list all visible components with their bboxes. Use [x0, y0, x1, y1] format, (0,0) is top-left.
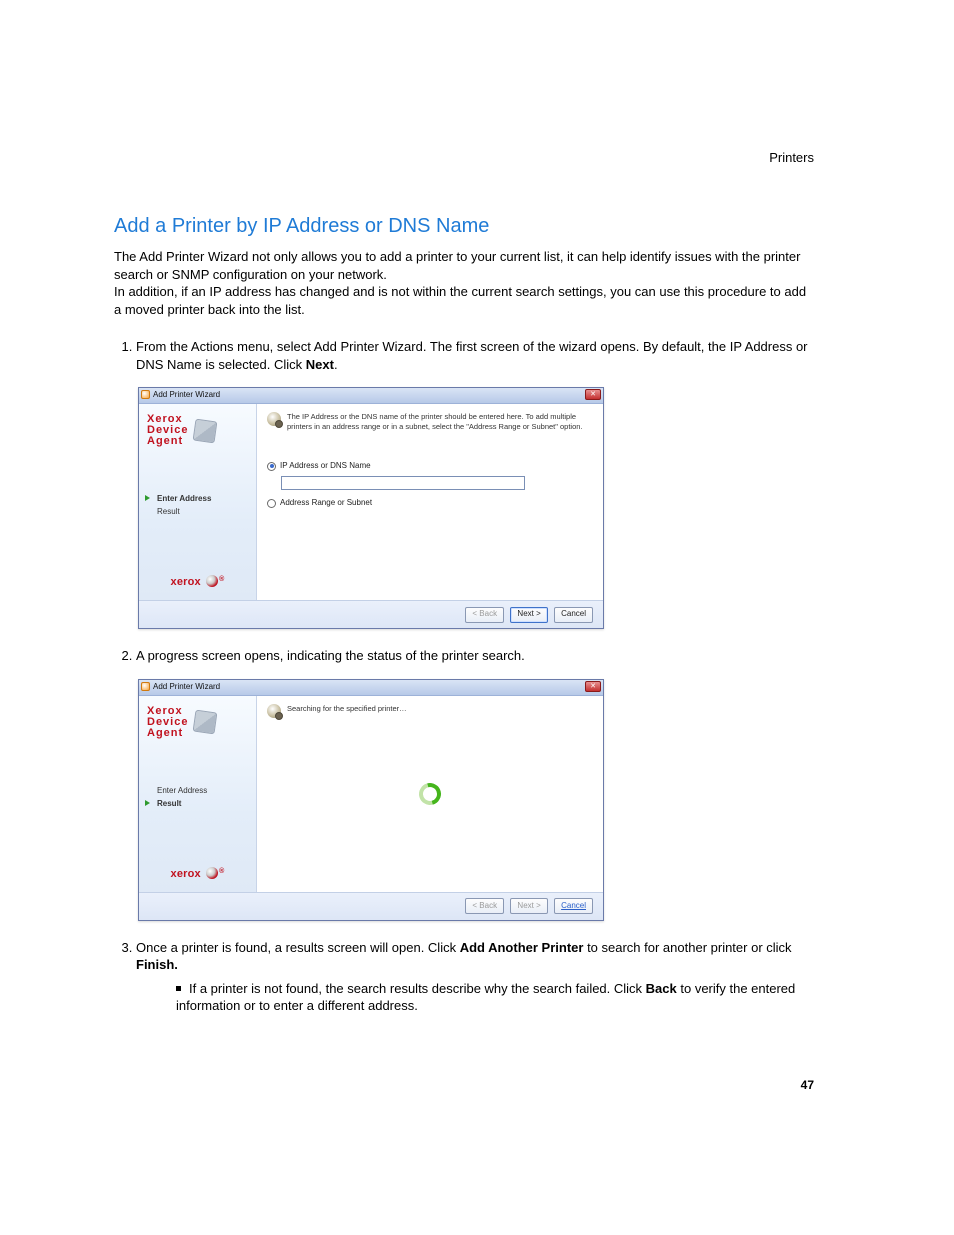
step-2: A progress screen opens, indicating the …: [136, 647, 814, 921]
wizard-main-panel: Searching for the specified printer…: [257, 696, 603, 892]
sidebar-step-result: Result: [147, 798, 248, 811]
wizard-sidebar: Xerox Device Agent Enter Address Result: [139, 404, 257, 600]
brand-line-3: Agent: [147, 728, 188, 739]
wizard-title: Add Printer Wizard: [153, 682, 220, 693]
next-button[interactable]: Next >: [510, 607, 548, 623]
step-3-subitem: If a printer is not found, the search re…: [176, 980, 814, 1015]
wizard-titlebar: Add Printer Wizard ✕: [139, 388, 603, 404]
intro-paragraph-1: The Add Printer Wizard not only allows y…: [114, 248, 814, 283]
step-1: From the Actions menu, select Add Printe…: [136, 338, 814, 629]
wizard-window: Add Printer Wizard ✕ Xerox Device Agent: [138, 679, 604, 921]
step-3-text-c: to search for another printer or click: [583, 940, 791, 955]
sidebar-step-enter-address: Enter Address: [147, 493, 248, 506]
hint-icon: [267, 704, 281, 718]
hint-text: The IP Address or the DNS name of the pr…: [287, 412, 593, 431]
xerox-footer-logo: xerox ®: [139, 867, 256, 882]
step-1-text-c: .: [334, 357, 338, 372]
wizard-hint: The IP Address or the DNS name of the pr…: [267, 412, 593, 431]
brand-line-3: Agent: [147, 436, 188, 447]
hint-icon: [267, 412, 281, 426]
xerox-ball-icon: [206, 575, 218, 587]
xerox-footer-logo: xerox ®: [139, 575, 256, 590]
xerox-footer-text: xerox: [171, 576, 201, 588]
wizard-footer: < Back Next > Cancel: [139, 600, 603, 628]
sidebar-step-result: Result: [147, 506, 248, 519]
wizard-screenshot-1: Add Printer Wizard ✕ Xerox Device Agent: [138, 387, 814, 629]
sub-3-bold: Back: [646, 981, 677, 996]
step-1-bold: Next: [306, 357, 334, 372]
sidebar-step-enter-address: Enter Address: [147, 785, 248, 798]
wizard-footer: < Back Next > Cancel: [139, 892, 603, 920]
page-content: Add a Printer by IP Address or DNS Name …: [114, 150, 814, 1025]
wizard-hint: Searching for the specified printer…: [267, 704, 593, 718]
bullet-icon: [176, 986, 181, 991]
radio-label-ip: IP Address or DNS Name: [280, 461, 371, 472]
close-icon[interactable]: ✕: [585, 389, 601, 400]
progress-spinner-icon: [415, 779, 445, 809]
searching-text: Searching for the specified printer…: [287, 704, 407, 718]
wizard-app-icon: [141, 682, 150, 691]
wizard-sidebar: Xerox Device Agent Enter Address Result: [139, 696, 257, 892]
step-3-bold-2: Finish.: [136, 957, 178, 972]
xerox-footer-text: xerox: [171, 868, 201, 880]
wizard-screenshot-2: Add Printer Wizard ✕ Xerox Device Agent: [138, 679, 814, 921]
page-title: Add a Printer by IP Address or DNS Name: [114, 215, 814, 238]
cancel-button[interactable]: Cancel: [554, 607, 593, 623]
radio-ip-address[interactable]: IP Address or DNS Name: [267, 461, 593, 472]
steps-list: From the Actions menu, select Add Printe…: [114, 338, 814, 1015]
wizard-title: Add Printer Wizard: [153, 390, 220, 401]
next-button[interactable]: Next >: [510, 898, 548, 914]
cancel-button[interactable]: Cancel: [554, 898, 593, 914]
ip-address-input[interactable]: [281, 476, 525, 490]
device-icon: [193, 418, 218, 443]
xerox-ball-icon: [206, 867, 218, 879]
step-3-text-a: Once a printer is found, a results scree…: [136, 940, 460, 955]
step-3: Once a printer is found, a results scree…: [136, 939, 814, 1015]
wizard-sidebar-steps: Enter Address Result: [147, 493, 248, 519]
wizard-main-panel: The IP Address or the DNS name of the pr…: [257, 404, 603, 600]
close-icon[interactable]: ✕: [585, 681, 601, 692]
registered-mark: ®: [219, 576, 224, 583]
intro-paragraph-2: In addition, if an IP address has change…: [114, 283, 814, 318]
step-2-text: A progress screen opens, indicating the …: [136, 648, 525, 663]
sub-3-text-a: If a printer is not found, the search re…: [189, 981, 646, 996]
xerox-device-agent-logo: Xerox Device Agent: [147, 414, 248, 447]
wizard-body: Xerox Device Agent Enter Address Result: [139, 404, 603, 600]
wizard-window: Add Printer Wizard ✕ Xerox Device Agent: [138, 387, 604, 629]
device-icon: [193, 710, 218, 735]
radio-address-range[interactable]: Address Range or Subnet: [267, 498, 593, 509]
wizard-sidebar-steps: Enter Address Result: [147, 785, 248, 811]
radio-icon[interactable]: [267, 499, 276, 508]
registered-mark: ®: [219, 868, 224, 875]
wizard-body: Xerox Device Agent Enter Address Result: [139, 696, 603, 892]
back-button[interactable]: < Back: [465, 898, 504, 914]
wizard-titlebar: Add Printer Wizard ✕: [139, 680, 603, 696]
back-button[interactable]: < Back: [465, 607, 504, 623]
page-number: 47: [801, 1078, 814, 1092]
xerox-device-agent-logo: Xerox Device Agent: [147, 706, 248, 739]
wizard-app-icon: [141, 390, 150, 399]
step-1-text-a: From the Actions menu, select Add Printe…: [136, 339, 808, 372]
radio-label-range: Address Range or Subnet: [280, 498, 372, 509]
step-3-bold-1: Add Another Printer: [460, 940, 584, 955]
radio-icon[interactable]: [267, 462, 276, 471]
